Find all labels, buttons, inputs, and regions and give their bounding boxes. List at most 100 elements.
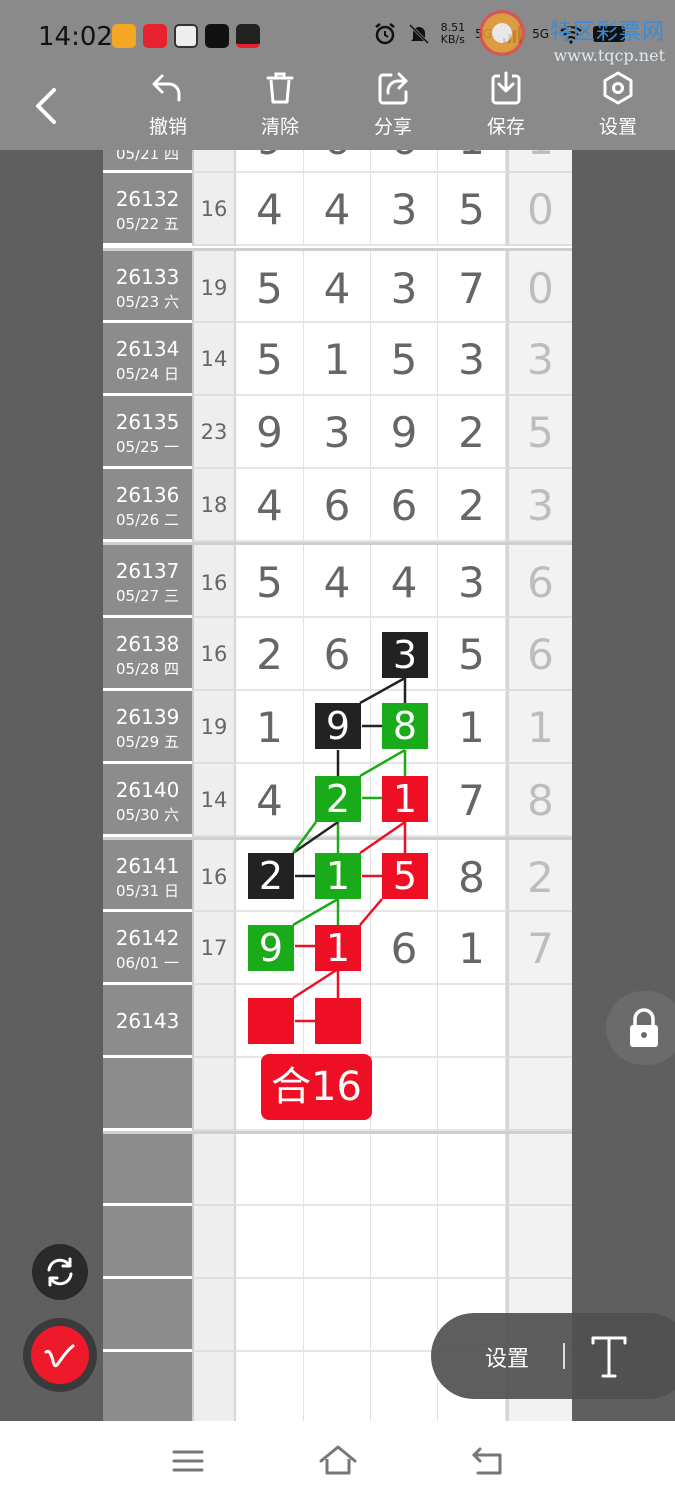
digit-cell[interactable]: 3 — [438, 323, 506, 396]
settings-button[interactable]: 设置 — [583, 70, 653, 142]
table-row[interactable]: 26132 05/22 五 16 4 4 3 5 0 — [103, 173, 572, 246]
digit-cell[interactable]: 6 — [304, 618, 371, 691]
back-arrow-icon — [472, 1447, 502, 1475]
digit-cell[interactable]: 5 — [236, 251, 304, 323]
span-cell: 8 — [506, 764, 572, 837]
issue-cell: 26133 05/23 六 — [103, 251, 192, 323]
digit-cell[interactable]: 5 — [236, 323, 304, 396]
sum-cell: 16 — [192, 840, 236, 912]
text-settings-label[interactable]: 设置 — [485, 1341, 529, 1373]
highlight-cell-green: 2 — [315, 776, 361, 822]
app-heart-icon — [143, 24, 167, 48]
pen-button[interactable] — [23, 1318, 97, 1392]
digit-cell[interactable]: 1 — [438, 912, 506, 985]
table-row[interactable]: 26133 05/23 六 19 5 4 3 7 0 — [103, 248, 572, 323]
text-tool-icon[interactable] — [587, 1332, 631, 1380]
home-button[interactable] — [316, 1439, 360, 1483]
digit-cell[interactable]: 8 — [438, 840, 506, 912]
share-button[interactable]: 分享 — [358, 70, 428, 142]
table-row[interactable]: 26134 05/24 日 14 5 1 5 3 3 — [103, 323, 572, 396]
download-icon — [491, 71, 521, 105]
clear-button[interactable]: 清除 — [245, 70, 315, 142]
tiktok-icon — [205, 24, 229, 48]
digit-cell[interactable]: 4 — [304, 173, 371, 246]
prediction-cell-red — [315, 998, 361, 1044]
digit-cell[interactable]: 3 — [371, 173, 438, 246]
digit-cell[interactable]: 1 — [304, 323, 371, 396]
text-settings-pill[interactable]: 设置 — [431, 1313, 675, 1399]
sum-cell: 18 — [192, 469, 236, 542]
undo-button[interactable]: 撤销 — [133, 70, 203, 142]
digit-cell[interactable]: 6 — [371, 912, 438, 985]
system-nav-bar — [0, 1421, 675, 1500]
span-cell: 3 — [506, 323, 572, 396]
lock-button[interactable] — [606, 991, 675, 1065]
span-cell: 6 — [506, 545, 572, 618]
table-row-partial: 05/21 四 9 6 6 1 1 — [103, 150, 572, 173]
sum-cell: 14 — [192, 764, 236, 837]
share-icon — [378, 72, 408, 105]
issue-date: 05/22 五 — [116, 215, 179, 233]
save-button[interactable]: 保存 — [471, 70, 541, 142]
digit-cell[interactable]: 7 — [438, 251, 506, 323]
digit-cell[interactable]: 5 — [371, 323, 438, 396]
issue-number: 26135 — [115, 410, 180, 434]
digit-cell[interactable]: 1 — [438, 691, 506, 764]
digit-cell[interactable]: 3 — [304, 396, 371, 469]
digit-cell[interactable]: 7 — [438, 764, 506, 837]
issue-cell: 26138 05/28 四 — [103, 618, 192, 691]
issue-date: 05/23 六 — [116, 293, 179, 311]
table-row[interactable]: 26136 05/26 二 18 4 6 6 2 3 — [103, 469, 572, 542]
back-nav-button[interactable] — [466, 1439, 510, 1483]
issue-date: 05/28 四 — [116, 660, 179, 678]
highlight-cell-black: 2 — [248, 853, 294, 899]
issue-date: 05/26 二 — [116, 511, 179, 529]
highlight-cell-green: 9 — [248, 925, 294, 971]
menu-button[interactable] — [166, 1439, 210, 1483]
watermark-logo — [479, 10, 525, 56]
issue-cell: 26134 05/24 日 — [103, 323, 192, 396]
sum-badge: 合16 — [261, 1054, 372, 1120]
refresh-button[interactable] — [32, 1244, 88, 1300]
digit-cell[interactable]: 5 — [438, 618, 506, 691]
digit-cell[interactable]: 4 — [304, 545, 371, 618]
digit-cell[interactable]: 2 — [438, 396, 506, 469]
digit-cell[interactable] — [438, 985, 506, 1058]
digit-cell[interactable]: 1 — [236, 691, 304, 764]
table-row[interactable]: 2613805/28 四1626356 — [103, 618, 572, 691]
refresh-icon — [47, 1257, 73, 1287]
lock-icon — [630, 1008, 658, 1047]
highlight-cell-red: 5 — [382, 853, 428, 899]
digit-cell[interactable]: 9 — [236, 396, 304, 469]
sum-cell — [192, 985, 236, 1058]
digit-cell[interactable]: 5 — [438, 173, 506, 246]
sum-cell: 23 — [192, 396, 236, 469]
digit-cell[interactable]: 4 — [304, 251, 371, 323]
app-shop-icon — [236, 24, 260, 48]
digit-cell[interactable]: 4 — [371, 545, 438, 618]
sum-cell: 16 — [192, 173, 236, 246]
digit-cell[interactable]: 9 — [371, 396, 438, 469]
digit-cell[interactable]: 6 — [371, 469, 438, 542]
table-row[interactable]: 26135 05/25 一 23 9 3 9 2 5 — [103, 396, 572, 469]
digit-cell[interactable]: 4 — [236, 173, 304, 246]
digit-cell[interactable] — [371, 985, 438, 1058]
digit-cell[interactable]: 3 — [438, 545, 506, 618]
issue-number: 26134 — [115, 337, 180, 361]
back-button[interactable] — [26, 84, 66, 128]
table-row[interactable]: 26137 05/27 三 16 5 4 4 3 6 — [103, 542, 572, 618]
digit-cell[interactable]: 2 — [438, 469, 506, 542]
span-cell: 5 — [506, 396, 572, 469]
digit-cell[interactable]: 5 — [236, 545, 304, 618]
issue-number: 26133 — [115, 265, 180, 289]
digit-cell[interactable]: 3 — [371, 251, 438, 323]
sum-cell: 17 — [192, 912, 236, 985]
issue-number: 26140 — [115, 778, 180, 802]
digit-cell[interactable]: 6 — [304, 469, 371, 542]
issue-date: 05/27 三 — [116, 587, 179, 605]
span-cell: 1 — [506, 691, 572, 764]
digit-cell[interactable]: 4 — [236, 764, 304, 837]
issue-date: 05/29 五 — [116, 733, 179, 751]
digit-cell[interactable]: 4 — [236, 469, 304, 542]
digit-cell[interactable]: 2 — [236, 618, 304, 691]
